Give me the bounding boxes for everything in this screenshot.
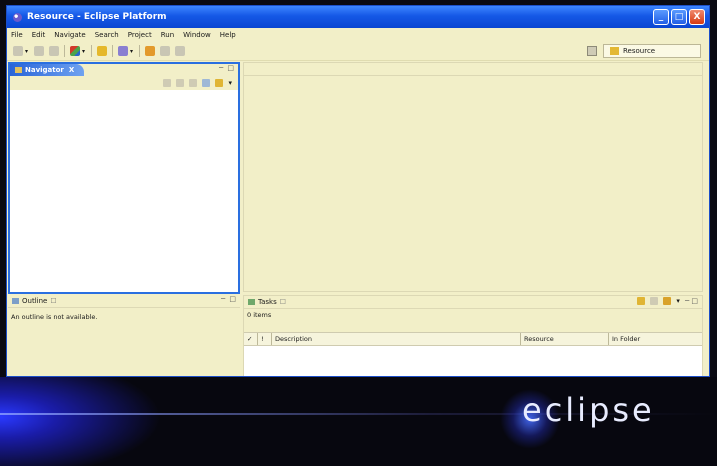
navigator-tree[interactable] <box>10 90 238 292</box>
navigator-toolbar: ▾ <box>10 76 238 91</box>
run-tools-dropdown[interactable]: ▾ <box>82 48 85 55</box>
tasks-table: ✓ ! Description Resource In Folder <box>244 332 702 376</box>
tasks-table-header: ✓ ! Description Resource In Folder <box>244 332 702 346</box>
tasks-view: Tasks ☐ ▾ ─ □ 0 items ✓ ! Description Re… <box>243 295 703 376</box>
title-bar[interactable]: Resource - Eclipse Platform _ □ X <box>7 6 709 28</box>
eclipse-banner: eclipse <box>0 377 717 466</box>
tab-tasks[interactable]: Tasks ☐ <box>244 298 292 306</box>
search-dropdown[interactable]: ▾ <box>130 48 133 55</box>
column-resource[interactable]: Resource <box>521 333 609 345</box>
save-icon[interactable] <box>34 46 45 56</box>
forward-icon[interactable] <box>175 46 186 56</box>
run-tools-icon[interactable] <box>70 46 81 56</box>
up-icon[interactable] <box>189 79 198 87</box>
minimize-button[interactable]: _ <box>653 9 669 25</box>
column-description[interactable]: Description <box>272 333 521 345</box>
navigator-icon <box>15 67 22 73</box>
resource-perspective-button[interactable]: Resource <box>603 44 701 58</box>
outline-icon <box>12 298 19 304</box>
back-icon[interactable] <box>163 79 172 87</box>
new-icon[interactable] <box>13 46 23 56</box>
navigator-close-icon[interactable]: X <box>69 66 74 74</box>
menu-window[interactable]: Window <box>183 31 211 39</box>
eclipse-window: Resource - Eclipse Platform _ □ X File E… <box>6 5 710 377</box>
menu-file[interactable]: File <box>11 31 23 39</box>
outline-view-controls[interactable]: ─ □ <box>221 295 237 303</box>
navigator-tabrow: Navigator X ─ □ <box>10 64 238 76</box>
maximize-button[interactable]: □ <box>671 9 687 25</box>
add-task-icon[interactable] <box>637 297 646 305</box>
outline-tab-label: Outline <box>22 297 48 305</box>
tasks-view-controls[interactable]: ─ □ <box>685 297 698 305</box>
perspective-switcher: Resource <box>587 44 701 58</box>
editor-tabstrip <box>244 63 702 76</box>
tasks-view-menu-icon[interactable]: ▾ <box>676 297 680 305</box>
outline-view: Outline ☐ ─ □ An outline is not availabl… <box>8 295 240 376</box>
menu-edit[interactable]: Edit <box>32 31 46 39</box>
collapse-all-icon[interactable] <box>202 79 211 87</box>
menu-run[interactable]: Run <box>161 31 174 39</box>
editor-area[interactable] <box>243 62 703 292</box>
forward-icon[interactable] <box>176 79 185 87</box>
open-perspective-icon[interactable] <box>587 46 597 56</box>
window-title: Resource - Eclipse Platform <box>27 12 167 22</box>
tab-outline[interactable]: Outline ☐ <box>8 297 63 305</box>
menu-help[interactable]: Help <box>220 31 236 39</box>
navigator-view-controls[interactable]: ─ □ <box>219 64 235 72</box>
toolbar-separator <box>91 45 93 57</box>
menu-project[interactable]: Project <box>128 31 152 39</box>
banner-blue-glow <box>0 377 230 466</box>
menu-navigate[interactable]: Navigate <box>54 31 85 39</box>
outline-message: An outline is not available. <box>11 313 98 321</box>
toolbar-separator <box>64 45 66 57</box>
tasks-icon <box>248 299 255 305</box>
tasks-close-icon[interactable]: ☐ <box>280 298 286 306</box>
eclipse-logo: eclipse <box>522 391 655 429</box>
menu-bar: File Edit Navigate Search Project Run Wi… <box>7 28 709 42</box>
search-icon[interactable] <box>118 46 129 56</box>
print-icon[interactable] <box>49 46 60 56</box>
column-completed[interactable]: ✓ <box>244 333 258 345</box>
tasks-toolbar: ▾ ─ □ <box>637 297 698 305</box>
eclipse-app-icon <box>13 12 22 22</box>
navigator-tab-label: Navigator <box>25 66 64 74</box>
view-menu-icon[interactable]: ▾ <box>228 79 232 87</box>
folder-icon <box>610 47 619 55</box>
perspective-label: Resource <box>623 47 656 55</box>
outline-tabrow: Outline ☐ ─ □ <box>8 295 240 308</box>
toolbar-separator <box>112 45 114 57</box>
edit-icon[interactable] <box>97 46 108 56</box>
close-button[interactable]: X <box>689 9 705 25</box>
outline-close-icon[interactable]: ☐ <box>50 297 56 305</box>
tasks-tabrow: Tasks ☐ ▾ ─ □ <box>244 296 702 309</box>
menu-search[interactable]: Search <box>95 31 119 39</box>
back-icon[interactable] <box>160 46 171 56</box>
delete-icon[interactable] <box>650 297 659 305</box>
annotation-icon[interactable] <box>145 46 156 56</box>
filter-icon[interactable] <box>663 297 672 305</box>
tasks-tab-label: Tasks <box>258 298 277 306</box>
main-toolbar: ▾ ▾ ▾ Resource <box>7 42 709 61</box>
items-count: 0 items <box>247 311 272 319</box>
link-editor-icon[interactable] <box>215 79 224 87</box>
column-in-folder[interactable]: In Folder <box>609 333 702 345</box>
tab-navigator[interactable]: Navigator X <box>10 64 85 76</box>
toolbar-separator <box>139 45 141 57</box>
column-priority[interactable]: ! <box>258 333 272 345</box>
new-dropdown[interactable]: ▾ <box>25 48 28 55</box>
navigator-view: Navigator X ─ □ ▾ <box>8 62 240 294</box>
